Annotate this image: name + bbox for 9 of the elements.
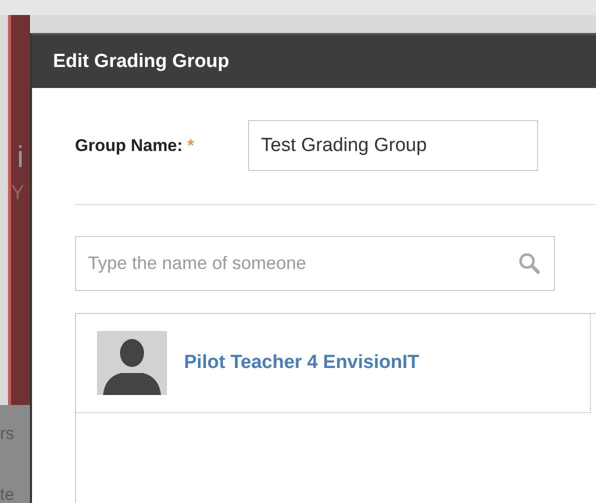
avatar-icon bbox=[97, 331, 167, 395]
group-name-label: Group Name: * bbox=[75, 136, 196, 156]
background-text: i bbox=[17, 143, 25, 173]
dialog-title: Edit Grading Group bbox=[32, 35, 596, 88]
background-text: Y bbox=[11, 183, 26, 203]
search-icon bbox=[518, 252, 540, 274]
member-link[interactable]: Pilot Teacher 4 EnvisionIT bbox=[184, 352, 420, 374]
search-field[interactable]: Type the name of someone bbox=[75, 236, 555, 291]
group-name-field[interactable]: Test Grading Group bbox=[248, 120, 538, 171]
